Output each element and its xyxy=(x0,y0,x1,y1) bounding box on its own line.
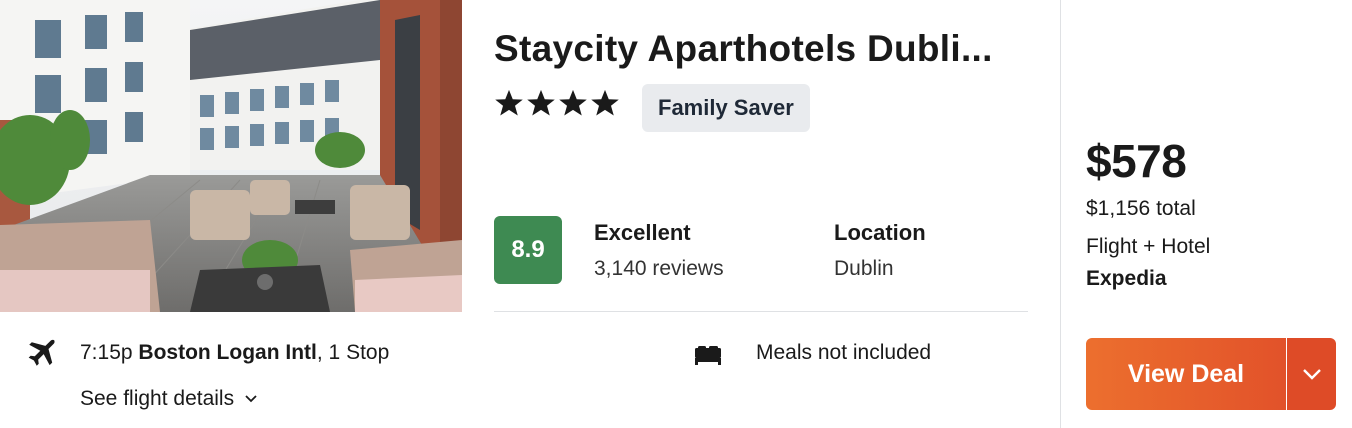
star-rating xyxy=(494,88,620,124)
family-saver-badge: Family Saver xyxy=(642,84,810,132)
view-deal-button[interactable]: View Deal xyxy=(1086,338,1286,410)
hotel-courtyard-photo xyxy=(0,0,462,312)
star-icon xyxy=(591,89,619,116)
rating-label: Excellent xyxy=(594,220,691,245)
flight-stops: , 1 Stop xyxy=(316,341,390,364)
hotel-name[interactable]: Staycity Aparthotels Dubli... xyxy=(494,28,1028,70)
flight-time: 7:15p xyxy=(80,341,133,364)
rating-score: 8.9 xyxy=(494,216,562,284)
flight-summary: 7:15p Boston Logan Intl, 1 Stop xyxy=(80,341,389,365)
price-per-person: $578 xyxy=(1086,135,1187,187)
location-value: Dublin xyxy=(834,257,894,280)
chevron-down-icon xyxy=(1302,369,1321,380)
result-card[interactable]: Staycity Aparthotels Dubli... Family Sav… xyxy=(0,0,1352,428)
star-icon xyxy=(559,89,587,116)
column-divider xyxy=(1060,0,1061,428)
see-flight-details-link[interactable]: See flight details xyxy=(80,387,258,411)
star-icon xyxy=(495,89,523,116)
star-icon xyxy=(527,89,555,116)
price-total: $1,156 total xyxy=(1086,197,1196,220)
airplane-icon xyxy=(28,339,55,366)
provider-name: Expedia xyxy=(1086,267,1167,290)
bed-icon xyxy=(695,346,721,365)
meals-info: Meals not included xyxy=(756,341,932,364)
chevron-down-icon xyxy=(245,395,257,403)
package-type: Flight + Hotel xyxy=(1086,235,1211,258)
location-label: Location xyxy=(834,220,926,245)
more-deals-dropdown-button[interactable] xyxy=(1287,338,1336,410)
departure-airport: Boston Logan Intl xyxy=(138,341,317,364)
see-flight-details-label: See flight details xyxy=(80,387,235,410)
hotel-photo[interactable] xyxy=(0,0,462,312)
section-divider xyxy=(494,311,1028,312)
review-count[interactable]: 3,140 reviews xyxy=(594,257,724,281)
